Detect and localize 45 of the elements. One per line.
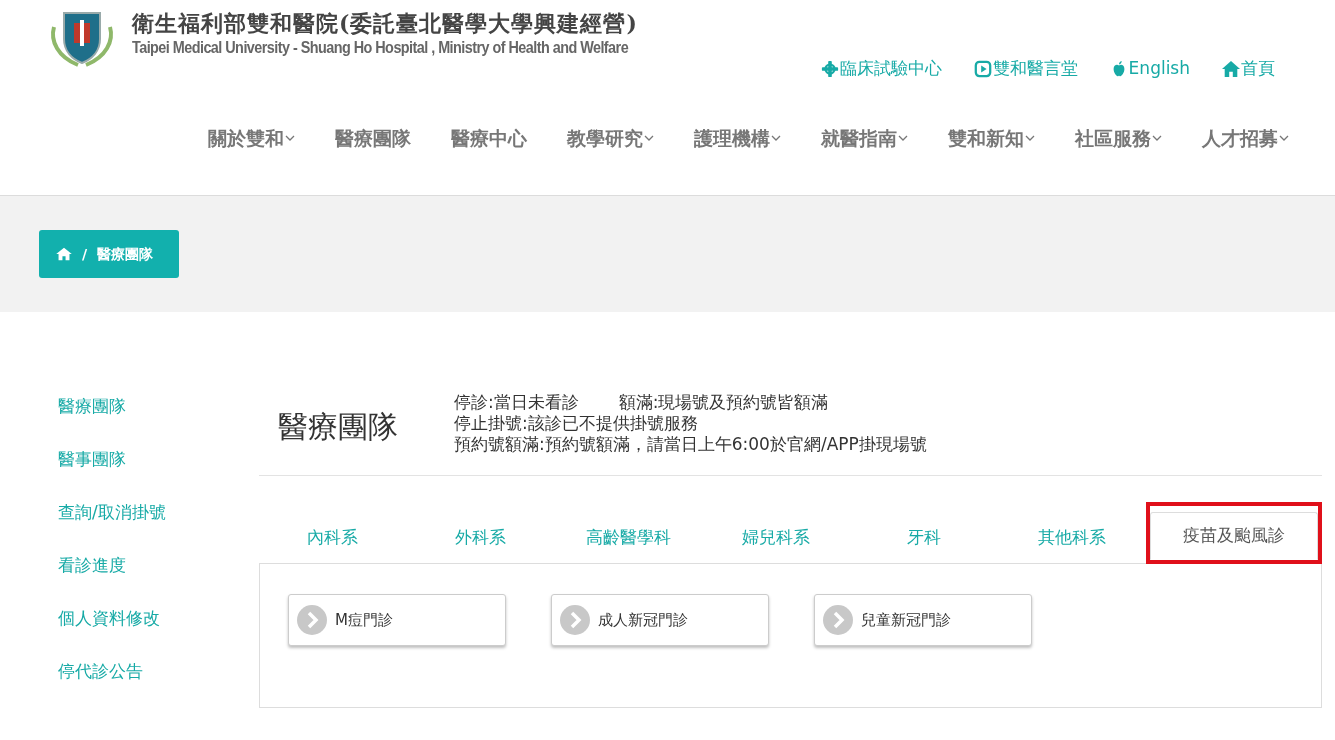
legend-text: 停診:當日未看診 bbox=[454, 392, 579, 413]
department-tab[interactable]: 牙科 bbox=[850, 512, 998, 563]
chevron-circle-icon bbox=[297, 605, 327, 635]
top-link[interactable]: 臨床試驗中心 bbox=[820, 56, 942, 82]
hospital-name-english: Taipei Medical University - Shuang Ho Hospital , Ministry of Health and Welfare bbox=[132, 38, 629, 58]
sidebar-link[interactable]: 停代診公告 bbox=[58, 659, 259, 684]
clinic-button[interactable]: M痘門診 bbox=[288, 594, 506, 646]
home-icon bbox=[1222, 59, 1240, 78]
department-tab[interactable]: 外科系 bbox=[406, 512, 555, 563]
crosshair-icon bbox=[820, 59, 839, 78]
nav-menu-item[interactable]: 醫療中心 bbox=[451, 123, 527, 152]
legend-text: 預約號額滿:預約號額滿，請當日上午6:00於官網/APP掛現場號 bbox=[454, 434, 927, 455]
chevron-circle-icon bbox=[560, 605, 590, 635]
sidebar-link[interactable]: 查詢/取消掛號 bbox=[58, 500, 259, 525]
nav-menu-item[interactable]: 教學研究 bbox=[567, 123, 654, 152]
hospital-name-chinese: 衛生福利部雙和醫院(委託臺北醫學大學興建經營) bbox=[132, 9, 639, 37]
home-icon[interactable] bbox=[56, 247, 72, 261]
breadcrumb-separator: / bbox=[82, 244, 88, 264]
department-tab[interactable]: 內科系 bbox=[259, 512, 407, 563]
top-link[interactable]: 首頁 bbox=[1222, 56, 1275, 82]
breadcrumb-current: 醫療團隊 bbox=[97, 244, 154, 264]
department-tab[interactable]: 其他科系 bbox=[998, 512, 1146, 563]
nav-menu-item[interactable]: 就醫指南 bbox=[821, 123, 908, 152]
top-link[interactable]: 雙和醫言堂 bbox=[973, 56, 1078, 82]
nav-menu-item[interactable]: 人才招募 bbox=[1202, 123, 1289, 152]
legend-text: 額滿:現場號及預約號皆額滿 bbox=[618, 392, 829, 413]
play-icon bbox=[973, 59, 992, 78]
department-tab[interactable]: 婦兒科系 bbox=[702, 512, 851, 563]
department-tab[interactable]: 疫苗及颱風診 bbox=[1149, 512, 1318, 560]
department-tab[interactable]: 高齡醫學科 bbox=[554, 512, 703, 563]
nav-menu-item[interactable]: 護理機構 bbox=[694, 123, 781, 152]
chevron-circle-icon bbox=[823, 605, 853, 635]
nav-menu-item[interactable]: 關於雙和 bbox=[208, 123, 295, 152]
clinic-button[interactable]: 兒童新冠門診 bbox=[814, 594, 1032, 646]
sidebar-link[interactable]: 醫事團隊 bbox=[58, 447, 259, 472]
nav-menu-item[interactable]: 醫療團隊 bbox=[335, 123, 411, 152]
nav-menu-item[interactable]: 雙和新知 bbox=[948, 123, 1035, 152]
legend-text: 停止掛號:該診已不提供掛號服務 bbox=[454, 413, 698, 434]
sidebar-link[interactable]: 個人資料修改 bbox=[58, 606, 259, 631]
top-link[interactable]: English bbox=[1109, 56, 1190, 82]
sidebar-link[interactable]: 醫療團隊 bbox=[58, 394, 259, 419]
clinic-button[interactable]: 成人新冠門診 bbox=[551, 594, 769, 646]
sidebar-link[interactable]: 看診進度 bbox=[58, 553, 259, 578]
nav-menu-item[interactable]: 社區服務 bbox=[1075, 123, 1162, 152]
page-title: 醫療團隊 bbox=[278, 408, 399, 446]
